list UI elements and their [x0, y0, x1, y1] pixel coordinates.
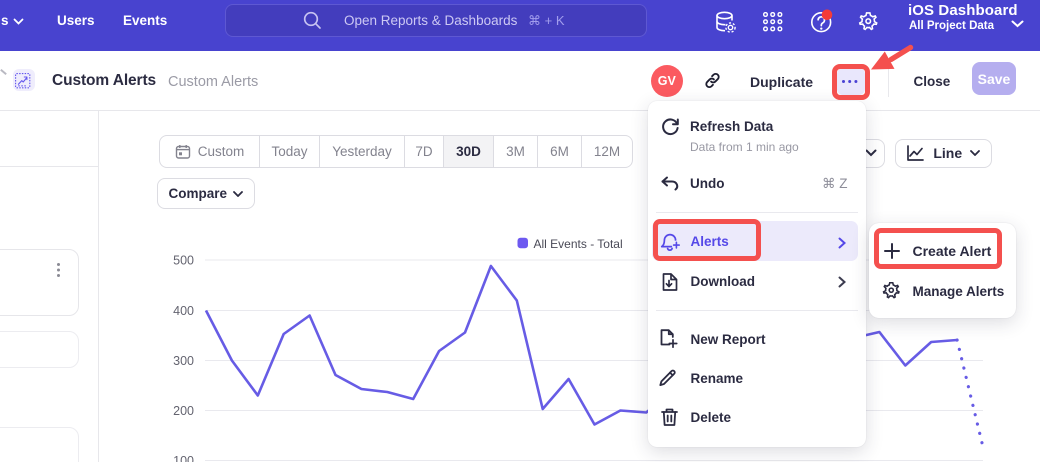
svg-text:200: 200 [173, 404, 194, 418]
svg-text:400: 400 [173, 304, 194, 318]
svg-text:500: 500 [173, 254, 194, 268]
svg-text:300: 300 [173, 354, 194, 368]
svg-text:All Events - Total: All Events - Total [534, 237, 623, 251]
svg-text:100: 100 [173, 454, 194, 462]
